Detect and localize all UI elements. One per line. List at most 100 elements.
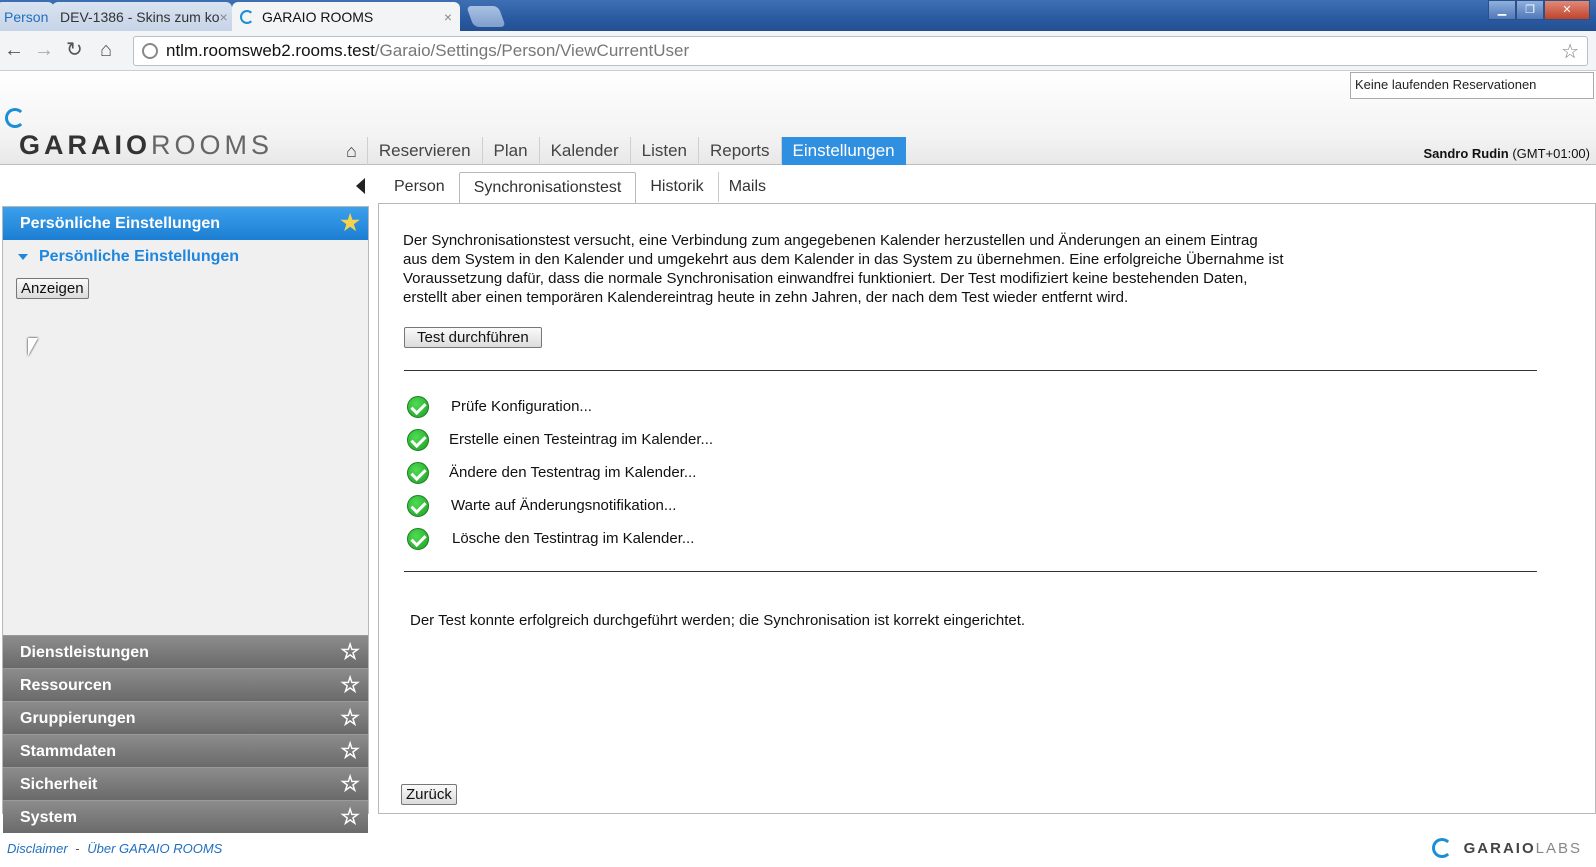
window-close-icon[interactable]: ✕ [1544,0,1590,20]
nav-reports[interactable]: Reports [698,137,781,165]
user-timezone: (GMT+01:00) [1512,146,1590,161]
url-bar[interactable]: ntlm.roomsweb2.rooms.test /Garaio/Settin… [133,36,1588,66]
intro-text: Der Synchronisationstest versucht, eine … [403,231,1343,307]
garaio-favicon-icon [240,9,254,24]
intro-line: aus dem System in den Kalender und umgek… [403,251,1284,268]
restore-icon[interactable]: ❐ [1516,0,1544,20]
sidebar-section-gruppierungen[interactable]: Gruppierungen ☆ [3,701,368,734]
browser-toolbar: ← → ↻ ⌂ ntlm.roomsweb2.rooms.test /Garai… [0,31,1596,71]
footer-brand-bold: GARAIO [1463,839,1536,857]
test-step: Lösche den Testintrag im Kalender... [407,522,713,555]
divider [404,571,1537,572]
sync-test-panel: Der Synchronisationstest versucht, eine … [378,203,1596,814]
mouse-cursor-icon [28,338,38,356]
sidebar-section-system[interactable]: System ☆ [3,800,368,833]
sidebar-section-ressourcen[interactable]: Ressourcen ☆ [3,668,368,701]
footer-links: Disclaimer - Über GARAIO ROOMS [7,841,222,856]
bookmark-star-icon[interactable]: ☆ [1561,39,1579,64]
tab-historik[interactable]: Historik [636,172,717,202]
sidebar-section-label: Gruppierungen [20,710,136,727]
sidebar-section-stammdaten[interactable]: Stammdaten ☆ [3,734,368,767]
browser-tab-garaio[interactable]: GARAIO ROOMS × [232,2,460,31]
logo-ring-icon [5,108,25,128]
test-step-label: Erstelle einen Testeintrag im Kalender..… [449,431,714,448]
nav-home-icon[interactable]: ⌂ [336,137,367,165]
sidebar-panel: Persönliche Einstellungen ★ Persönliche … [2,206,369,833]
favorite-star-icon[interactable]: ☆ [340,805,360,829]
test-step: Warte auf Änderungsnotifikation... [407,489,713,522]
footer-brand-light: LABS [1535,839,1582,857]
sidebar-section-sicherheit[interactable]: Sicherheit ☆ [3,767,368,800]
tab-person[interactable]: Person [380,172,459,202]
nav-listen[interactable]: Listen [629,137,698,165]
logo-light-text: ROOMS [151,130,274,160]
test-step: Ändere den Testentrag im Kalender... [407,456,713,489]
sidebar-subitem-persoenliche-einstellungen[interactable]: Persönliche Einstellungen [3,240,368,274]
new-tab-button[interactable] [466,6,506,27]
tab-synchronisationstest[interactable]: Synchronisationstest [458,172,637,204]
logo-ring-icon [1431,838,1452,858]
favorite-star-icon[interactable]: ☆ [340,673,360,697]
nav-plan[interactable]: Plan [481,137,539,165]
about-link[interactable]: Über GARAIO ROOMS [87,841,222,856]
footer-separator: - [75,841,80,856]
sidebar-section-label: Persönliche Einstellungen [20,215,221,232]
test-steps: Prüfe Konfiguration... Erstelle einen Te… [407,390,713,555]
sidebar-section-label: System [20,809,77,826]
test-step-label: Lösche den Testintrag im Kalender... [452,530,695,547]
test-step: Prüfe Konfiguration... [407,390,713,423]
sidebar-section-dienstleistungen[interactable]: Dienstleistungen ☆ [3,635,368,668]
test-step-label: Ändere den Testentrag im Kalender... [449,464,697,481]
app-header: GARAIOROOMS Keine laufenden Reservatione… [0,72,1596,165]
test-step-label: Warte auf Änderungsnotifikation... [451,497,677,514]
success-check-icon [407,395,429,418]
favorite-star-icon[interactable]: ☆ [340,772,360,796]
run-test-button[interactable]: Test durchführen [404,327,542,348]
close-icon[interactable]: × [220,9,228,25]
browser-tab-person[interactable]: Person [0,2,54,31]
intro-line: Der Synchronisationstest versucht, eine … [403,232,1258,249]
favorite-star-icon[interactable]: ☆ [340,739,360,763]
success-check-icon [407,527,429,550]
test-step: Erstelle einen Testeintrag im Kalender..… [407,423,713,456]
success-check-icon [407,461,429,484]
sidebar-section-label: Ressourcen [20,677,112,694]
back-arrow-icon[interactable]: ← [4,39,24,61]
garaiolabs-logo[interactable]: GARAIOLABS [1431,838,1582,858]
test-step-label: Prüfe Konfiguration... [451,398,592,415]
settings-tabs: Person Synchronisationstest Historik Mai… [380,172,776,204]
nav-einstellungen[interactable]: Einstellungen [780,137,906,165]
sidebar: Persönliche Einstellungen ★ Persönliche … [0,166,370,833]
disclaimer-link[interactable]: Disclaimer [7,841,68,856]
user-name[interactable]: Sandro Rudin [1423,146,1508,161]
favorite-star-icon[interactable]: ☆ [340,640,360,664]
reload-icon[interactable]: ↻ [66,39,83,61]
back-button[interactable]: Zurück [401,784,457,805]
forward-arrow-icon[interactable]: → [34,39,54,61]
result-message: Der Test konnte erfolgreich durchgeführt… [410,612,1026,629]
browser-tab-dev[interactable]: DEV-1386 - Skins zum ko × [52,2,232,31]
browser-tab-label: GARAIO ROOMS [262,8,374,25]
tab-mails[interactable]: Mails [717,172,776,202]
sidebar-section-persoenliche-einstellungen[interactable]: Persönliche Einstellungen ★ [3,207,368,240]
favorite-star-icon[interactable]: ☆ [340,706,360,730]
url-host: ntlm.roomsweb2.rooms.test [166,41,375,60]
main-nav: ⌂ Reservieren Plan Kalender Listen Repor… [336,137,906,165]
expand-triangle-icon [18,254,28,260]
intro-line: Voraussetzung dafür, dass die normale Sy… [403,270,1248,287]
nav-reservieren[interactable]: Reservieren [366,137,482,165]
show-button[interactable]: Anzeigen [16,278,89,299]
home-icon[interactable]: ⌂ [100,39,112,61]
close-icon[interactable]: × [444,9,452,25]
nav-kalender[interactable]: Kalender [538,137,630,165]
url-path: /Garaio/Settings/Person/ViewCurrentUser [374,41,690,60]
globe-icon [142,43,158,59]
favorite-star-icon[interactable]: ★ [340,211,360,235]
window-controls: ▁ ❐ ✕ [1488,0,1590,20]
sidebar-section-label: Stammdaten [20,743,117,760]
collapse-sidebar-icon[interactable] [356,178,365,194]
minimize-icon[interactable]: ▁ [1488,0,1516,20]
intro-line: erstellt aber einen temporären Kalendere… [403,289,1129,306]
sidebar-section-label: Dienstleistungen [20,644,149,661]
reservation-status: Keine laufenden Reservationen [1350,72,1594,99]
